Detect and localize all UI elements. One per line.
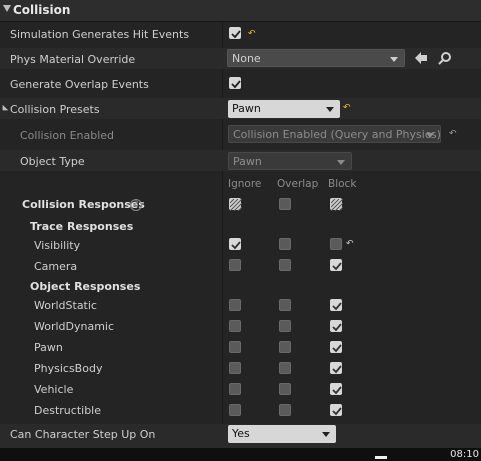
- checkmark-icon: [332, 323, 342, 332]
- taskbar-clock: 08:10: [450, 449, 479, 460]
- column-header-block: Block: [328, 178, 357, 190]
- taskbar: [0, 448, 481, 461]
- response-label-vehicle: Vehicle: [34, 383, 74, 396]
- collision-responses-label: Collision Responses: [22, 198, 145, 211]
- collision-enabled-value: Collision Enabled (Query and Physics): [233, 128, 441, 141]
- all-ignore-checkbox[interactable]: [229, 198, 242, 211]
- help-icon[interactable]: ?: [130, 199, 142, 211]
- checkmark-icon: [332, 344, 342, 353]
- response-label-worlddynamic: WorldDynamic: [34, 320, 115, 333]
- column-divider[interactable]: [222, 22, 223, 448]
- worlddynamic-ignore-checkbox[interactable]: [229, 320, 241, 332]
- checkmark-icon: [231, 30, 241, 39]
- physicsbody-ignore-checkbox[interactable]: [229, 362, 241, 374]
- camera-overlap-checkbox[interactable]: [279, 259, 291, 271]
- collision-section-header[interactable]: Collision: [0, 0, 481, 22]
- destructible-overlap-checkbox[interactable]: [279, 404, 291, 416]
- phys-material-label: Phys Material Override: [10, 53, 136, 66]
- overlap-events-label: Generate Overlap Events: [10, 78, 149, 91]
- expand-arrow-icon[interactable]: [3, 5, 11, 12]
- checkmark-icon: [231, 80, 241, 89]
- response-label-worldstatic: WorldStatic: [34, 299, 97, 312]
- column-header-ignore: Ignore: [228, 178, 262, 190]
- destructible-ignore-checkbox[interactable]: [229, 404, 241, 416]
- step-up-value: Yes: [232, 427, 250, 440]
- destructible-block-checkbox[interactable]: [330, 404, 342, 416]
- visibility-ignore-checkbox[interactable]: [229, 238, 241, 250]
- response-label-camera: Camera: [34, 260, 78, 273]
- sim-hit-events-label: Simulation Generates Hit Events: [10, 28, 190, 41]
- phys-material-dropdown[interactable]: None: [227, 49, 405, 67]
- phys-material-value: None: [232, 52, 261, 65]
- all-block-checkbox[interactable]: [330, 198, 343, 211]
- sim-hit-events-checkbox[interactable]: [229, 27, 241, 39]
- step-up-label: Can Character Step Up On: [10, 428, 156, 441]
- chevron-down-icon: [322, 432, 330, 437]
- overlap-events-checkbox[interactable]: [229, 77, 241, 89]
- checkmark-icon: [332, 302, 342, 311]
- taskbar-indicator: [375, 456, 387, 459]
- worlddynamic-overlap-checkbox[interactable]: [279, 320, 291, 332]
- use-selected-arrow-icon[interactable]: [414, 51, 428, 68]
- checkmark-icon: [231, 241, 241, 250]
- pawn-overlap-checkbox[interactable]: [279, 341, 291, 353]
- reset-to-default-icon[interactable]: ↶: [449, 130, 457, 139]
- vehicle-overlap-checkbox[interactable]: [279, 383, 291, 395]
- physicsbody-overlap-checkbox[interactable]: [279, 362, 291, 374]
- mixed-state-icon: [230, 199, 242, 211]
- vehicle-block-checkbox[interactable]: [330, 383, 342, 395]
- collision-presets-value: Pawn: [232, 102, 261, 115]
- chevron-down-icon: [390, 57, 398, 62]
- reset-to-default-icon[interactable]: ↶: [346, 240, 354, 249]
- response-label-pawn: Pawn: [34, 341, 63, 354]
- worldstatic-ignore-checkbox[interactable]: [229, 299, 241, 311]
- mixed-state-icon: [331, 199, 343, 211]
- section-title: Collision: [13, 3, 71, 17]
- checkmark-icon: [332, 365, 342, 374]
- checkmark-icon: [332, 262, 342, 271]
- reset-to-default-icon[interactable]: ↶: [343, 104, 351, 113]
- worlddynamic-block-checkbox[interactable]: [330, 320, 342, 332]
- object-responses-label: Object Responses: [30, 280, 141, 293]
- pawn-ignore-checkbox[interactable]: [229, 341, 241, 353]
- chevron-down-icon: [326, 107, 334, 112]
- step-up-dropdown[interactable]: Yes: [228, 425, 336, 443]
- collision-enabled-label: Collision Enabled: [20, 129, 115, 142]
- camera-ignore-checkbox[interactable]: [229, 259, 241, 271]
- response-label-visibility: Visibility: [34, 239, 81, 252]
- all-overlap-checkbox[interactable]: [279, 198, 291, 210]
- physicsbody-block-checkbox[interactable]: [330, 362, 342, 374]
- response-label-physicsbody: PhysicsBody: [34, 362, 103, 375]
- worldstatic-overlap-checkbox[interactable]: [279, 299, 291, 311]
- reset-to-default-icon[interactable]: ↶: [248, 30, 256, 39]
- vehicle-ignore-checkbox[interactable]: [229, 383, 241, 395]
- trace-responses-label: Trace Responses: [30, 220, 134, 233]
- collision-presets-dropdown[interactable]: Pawn: [228, 100, 340, 118]
- camera-block-checkbox[interactable]: [330, 259, 342, 271]
- column-header-overlap: Overlap: [277, 178, 319, 190]
- checkmark-icon: [332, 386, 342, 395]
- visibility-block-checkbox[interactable]: [330, 238, 342, 250]
- chevron-down-icon: [337, 160, 345, 165]
- checkmark-icon: [332, 407, 342, 416]
- collision-presets-label: Collision Presets: [10, 103, 100, 116]
- worldstatic-block-checkbox[interactable]: [330, 299, 342, 311]
- object-type-label: Object Type: [20, 155, 85, 168]
- pawn-block-checkbox[interactable]: [330, 341, 342, 353]
- object-type-dropdown: Pawn: [228, 152, 352, 170]
- browse-search-icon[interactable]: [438, 51, 452, 68]
- visibility-overlap-checkbox[interactable]: [279, 238, 291, 250]
- object-type-value: Pawn: [233, 155, 262, 168]
- chevron-down-icon: [426, 133, 434, 138]
- collision-enabled-dropdown: Collision Enabled (Query and Physics): [228, 125, 441, 143]
- response-label-destructible: Destructible: [34, 404, 101, 417]
